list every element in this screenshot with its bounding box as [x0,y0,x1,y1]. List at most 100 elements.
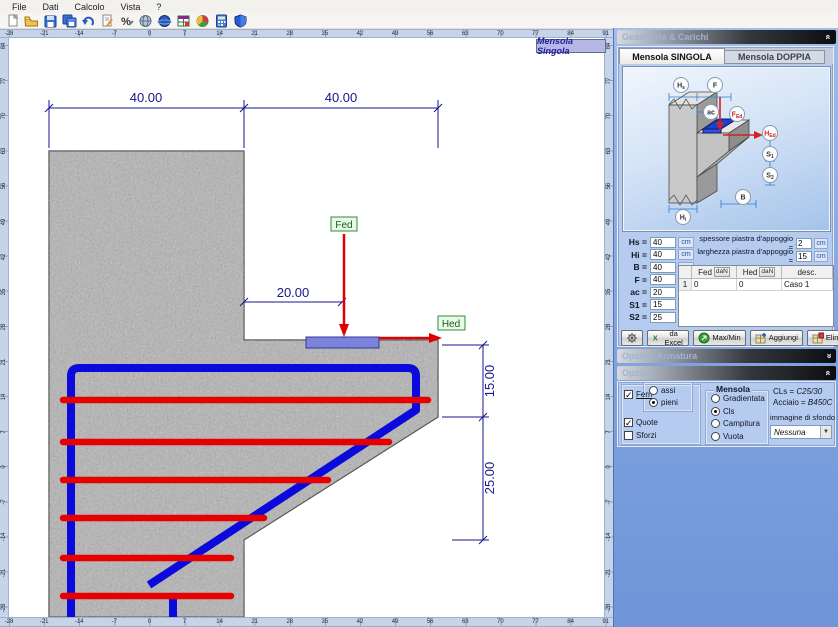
radio-icon[interactable] [649,398,658,407]
button-elimina[interactable]: Elimina [807,330,838,346]
menu-item-calcolo[interactable]: Calcolo [67,1,113,13]
info-sphere-icon [157,14,172,28]
plate-field-input[interactable] [796,251,812,262]
toolbar-globe-button[interactable] [137,13,154,28]
ruler-tick-label: 28 [286,619,293,625]
field-input-hi[interactable] [650,249,676,260]
top-dimension [45,100,442,148]
material-value: C25/30 [796,387,822,396]
tab-mensola-singola[interactable]: Mensola SINGOLA [619,48,725,64]
plate-field-unit: cm [814,238,828,249]
field-input-s2[interactable] [650,312,676,323]
toolbar-undo-button[interactable] [80,13,97,28]
button-max-min[interactable]: Max/Min [693,330,745,346]
ruler-tick-label: 7 [183,619,186,625]
ruler-tick-label: 70 [497,619,504,625]
radio-icon[interactable] [711,407,720,416]
radio-pieni[interactable]: pieni [649,398,678,407]
ruler-tick-label: -14 [606,533,612,542]
dim-corbel-height-label: 15.00 [482,365,497,398]
menu-item-dati[interactable]: Dati [35,1,67,13]
toolbar-shield-button[interactable] [232,13,249,28]
button-da-excel[interactable]: Xda Excel [647,330,689,346]
toolbar-open-folder-button[interactable] [23,13,40,28]
section-header-opzioni[interactable]: Opzioni « [617,366,836,380]
load-table-cell[interactable]: 0 [692,279,737,291]
unit-dan-button[interactable]: daN [759,267,775,277]
dim-offset-label: 20.00 [277,285,310,300]
load-table-cell[interactable]: 0 [737,279,782,291]
checkbox-icon[interactable]: ✓ [624,418,633,427]
field-input-b[interactable] [650,262,676,273]
radio-icon[interactable] [649,386,658,395]
section-title-opzioni: Opzioni [622,368,655,378]
toolbar-calculator-button[interactable] [213,13,230,28]
ruler-tick-label: 42 [357,31,364,37]
load-table-column-header: desc. [782,266,833,279]
load-table-column-header [679,266,692,279]
plate-field-unit: cm [814,251,828,262]
schematic-label-s2: S2 [763,168,778,183]
ruler-tick-label: 21 [251,31,258,37]
radio-campitura[interactable]: Campitura [711,419,760,428]
checkbox-sforzi[interactable]: Sforzi [624,431,656,440]
menu-item-file[interactable]: File [4,1,35,13]
radio-vuota[interactable]: Vuota [711,432,744,441]
material-label: CLs = [773,387,796,396]
load-table-column-header: FeddaN [692,266,737,279]
menu-item-help[interactable]: ? [148,1,169,13]
checkbox-icon[interactable] [624,431,633,440]
menu-item-vista[interactable]: Vista [113,1,149,13]
radio-assi[interactable]: assi [649,386,675,395]
ruler-left: 847770635649423528211470-7-14-21-28 [0,38,9,617]
ruler-tick-label: 70 [606,113,612,120]
radio-cls[interactable]: Cls [711,407,735,416]
toolbar-new-file-button[interactable] [4,13,21,28]
dim-span-right-label: 40.00 [325,90,358,105]
ruler-tick-label: -7 [606,500,612,505]
section-header-geometria[interactable]: Geometria & Carichi « [617,30,836,44]
tab-mensola-doppia[interactable]: Mensola DOPPIA [725,50,825,64]
toolbar-save-all-button[interactable] [61,13,78,28]
checkbox-quote[interactable]: ✓Quote [624,418,658,427]
field-input-f[interactable] [650,274,676,285]
button-label: Elimina [826,333,838,342]
toolbar-edit-report-button[interactable] [99,13,116,28]
toolbar-info-sphere-button[interactable] [156,13,173,28]
ruler-tick-label: 84 [606,43,612,50]
ruler-tick-label: -14 [75,31,84,37]
radio-icon[interactable] [711,432,720,441]
button-settings[interactable] [621,330,643,346]
load-table-body: 100Caso 1 [679,279,833,291]
ruler-tick-label: 42 [1,253,7,260]
column-label: desc. [797,268,816,277]
toolbar-save-button[interactable] [42,13,59,28]
radio-icon[interactable] [711,419,720,428]
background-image-select[interactable]: Nessuna ▼ [770,425,832,439]
radio-label: Gradientata [723,394,765,403]
radio-gradientata[interactable]: Gradientata [711,394,765,403]
row-number-cell[interactable]: 1 [679,279,692,291]
section-title-geometria: Geometria & Carichi [622,32,709,42]
plate-field-input[interactable] [796,238,812,249]
load-table-header: FeddaNHeddaNdesc. [679,266,833,279]
toolbar-excel-import-button[interactable] [175,13,192,28]
undo-icon [81,14,96,28]
svg-text:F: F [713,83,718,90]
toolbar-percent-tools-button[interactable]: % [118,13,135,28]
field-input-hs[interactable] [650,237,676,248]
ruler-tick-label: 28 [606,323,612,330]
field-input-s1[interactable] [650,299,676,310]
toolbar-color-wheel-button[interactable] [194,13,211,28]
load-table-cell[interactable]: Caso 1 [782,279,833,291]
ruler-tick-label: 49 [392,31,399,37]
unit-dan-button[interactable]: daN [714,267,730,277]
checkbox-icon[interactable]: ✓ [624,390,633,399]
tab-strip: Mensola SINGOLA Mensola DOPPIA [619,48,833,64]
button-aggiungi[interactable]: Aggiungi [750,330,803,346]
field-input-ac[interactable] [650,287,676,298]
radio-icon[interactable] [711,394,720,403]
section-header-opzioni-armatura[interactable]: Opzioni Armatura « [617,349,836,363]
ruler-tick-label: 56 [1,183,7,190]
ruler-tick-label: -7 [112,31,117,37]
